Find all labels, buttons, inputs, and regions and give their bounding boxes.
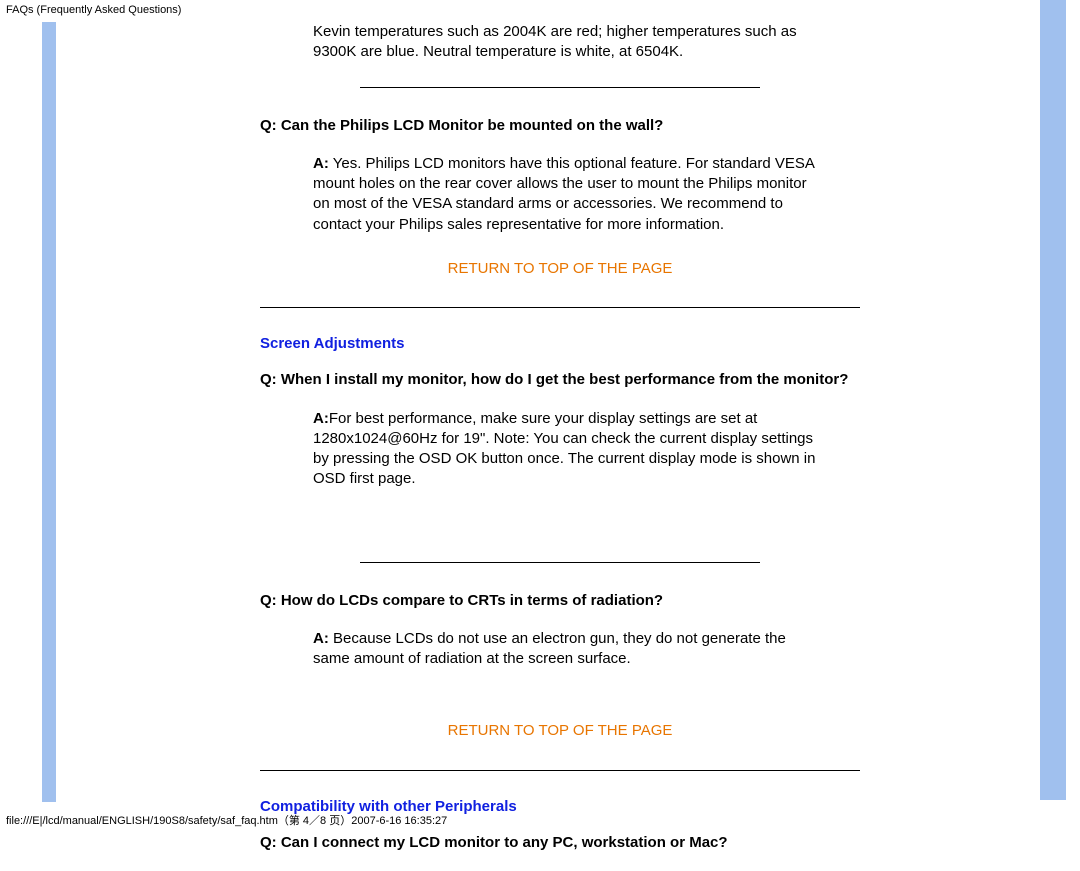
q-text: Can I connect my LCD monitor to any PC, … [281, 834, 728, 851]
intro-paragraph: Kevin temperatures such as 2004K are red… [313, 22, 813, 63]
faq-answer-best-performance: A:For best performance, make sure your d… [313, 409, 823, 490]
return-to-top-link[interactable]: RETURN TO TOP OF THE PAGE [260, 259, 860, 279]
q-label: Q: [260, 592, 281, 609]
a-label: A: [313, 155, 329, 172]
content-area: Kevin temperatures such as 2004K are red… [260, 22, 860, 871]
a-label: A: [313, 630, 333, 647]
faq-question-wall-mount: Q: Can the Philips LCD Monitor be mounte… [260, 116, 860, 136]
section-divider [260, 307, 860, 308]
q-label: Q: [260, 834, 281, 851]
q-text: When I install my monitor, how do I get … [281, 371, 849, 388]
return-to-top-link[interactable]: RETURN TO TOP OF THE PAGE [260, 721, 860, 741]
a-text: Yes. Philips LCD monitors have this opti… [313, 155, 814, 233]
faq-answer-wall-mount: A: Yes. Philips LCD monitors have this o… [313, 154, 823, 235]
page-footer-path: file:///E|/lcd/manual/ENGLISH/190S8/safe… [6, 812, 447, 828]
q-label: Q: [260, 371, 281, 388]
right-stripe [1040, 0, 1066, 800]
q-label: Q: [260, 117, 281, 134]
faq-question-radiation: Q: How do LCDs compare to CRTs in terms … [260, 591, 860, 611]
section-heading-screen-adjustments: Screen Adjustments [260, 334, 860, 354]
a-text: Because LCDs do not use an electron gun,… [313, 630, 786, 667]
divider [360, 87, 760, 88]
a-text: For best performance, make sure your dis… [313, 410, 816, 488]
q-text: How do LCDs compare to CRTs in terms of … [281, 592, 663, 609]
sidebar-stripe [42, 22, 56, 802]
q-text: Can the Philips LCD Monitor be mounted o… [281, 117, 664, 134]
spacer [260, 490, 860, 538]
section-divider [260, 770, 860, 771]
page-header: FAQs (Frequently Asked Questions) [0, 0, 1080, 19]
faq-question-best-performance: Q: When I install my monitor, how do I g… [260, 370, 860, 390]
spacer [260, 669, 860, 697]
a-label: A: [313, 410, 329, 427]
faq-answer-radiation: A: Because LCDs do not use an electron g… [313, 629, 823, 670]
faq-question-compatibility: Q: Can I connect my LCD monitor to any P… [260, 833, 860, 853]
divider [360, 562, 760, 563]
